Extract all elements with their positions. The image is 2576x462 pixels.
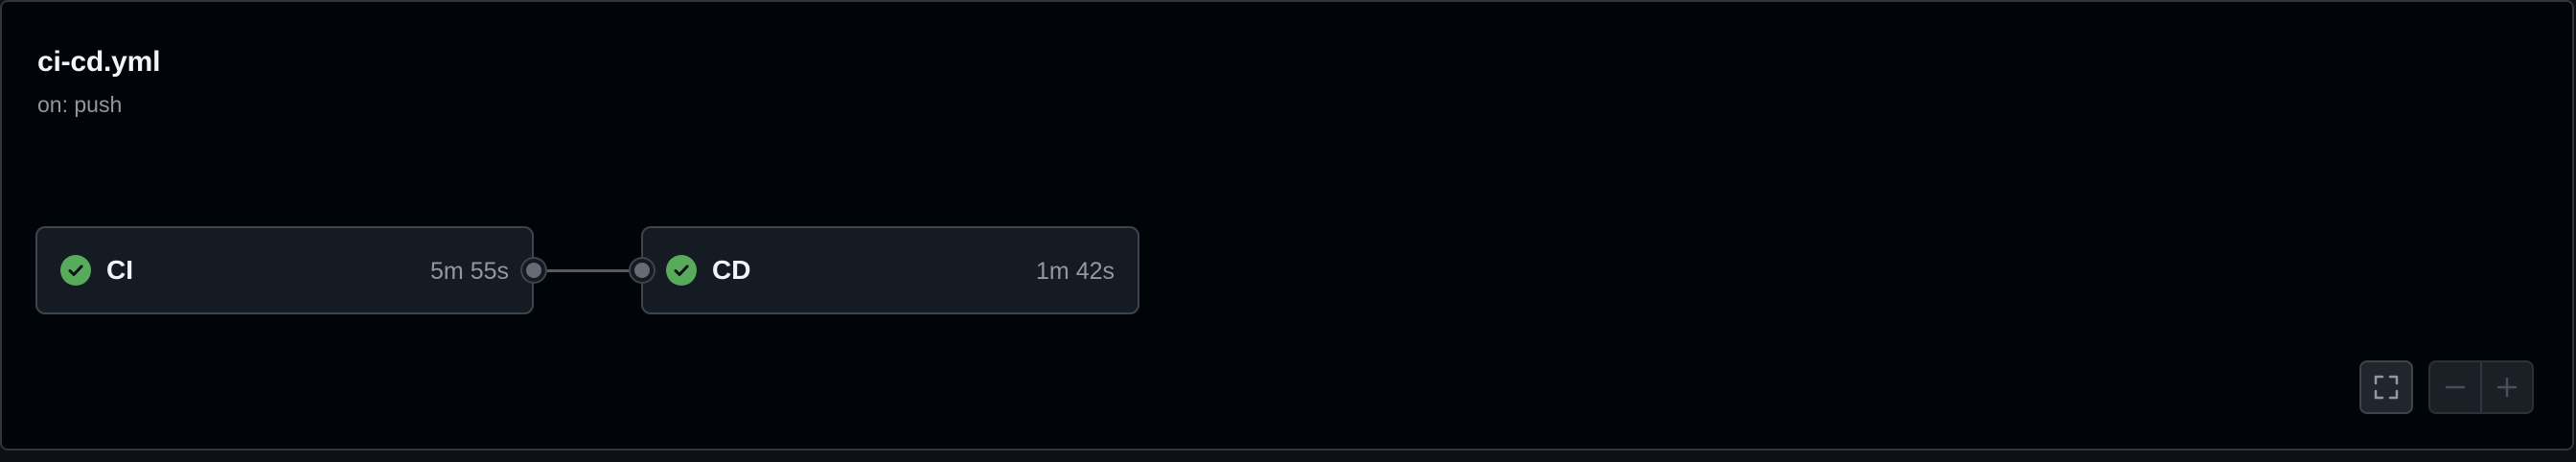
zoom-controls bbox=[2428, 360, 2534, 414]
workflow-trigger: on: push bbox=[37, 92, 123, 117]
job-card-ci[interactable]: CI 5m 55s bbox=[35, 226, 534, 314]
job-connector-line bbox=[545, 269, 631, 272]
plus-icon bbox=[2496, 377, 2518, 398]
job-card-cd[interactable]: CD 1m 42s bbox=[641, 226, 1139, 314]
fullscreen-button[interactable] bbox=[2359, 360, 2413, 414]
connector-dot-out bbox=[522, 259, 545, 282]
workflow-title[interactable]: ci-cd.yml bbox=[37, 46, 160, 79]
zoom-in-button[interactable] bbox=[2480, 362, 2532, 412]
job-name: CD bbox=[712, 255, 751, 285]
job-duration: 5m 55s bbox=[430, 258, 509, 285]
workflow-graph-panel: ci-cd.yml on: push bbox=[0, 0, 2574, 450]
minus-icon bbox=[2445, 385, 2466, 389]
connector-dot-in bbox=[631, 259, 654, 282]
job-duration: 1m 42s bbox=[1036, 258, 1115, 285]
job-name: CI bbox=[106, 255, 133, 285]
zoom-out-button[interactable] bbox=[2430, 362, 2480, 412]
fullscreen-icon bbox=[2374, 375, 2399, 400]
check-circle-icon bbox=[666, 255, 697, 286]
check-circle-icon bbox=[60, 255, 91, 286]
